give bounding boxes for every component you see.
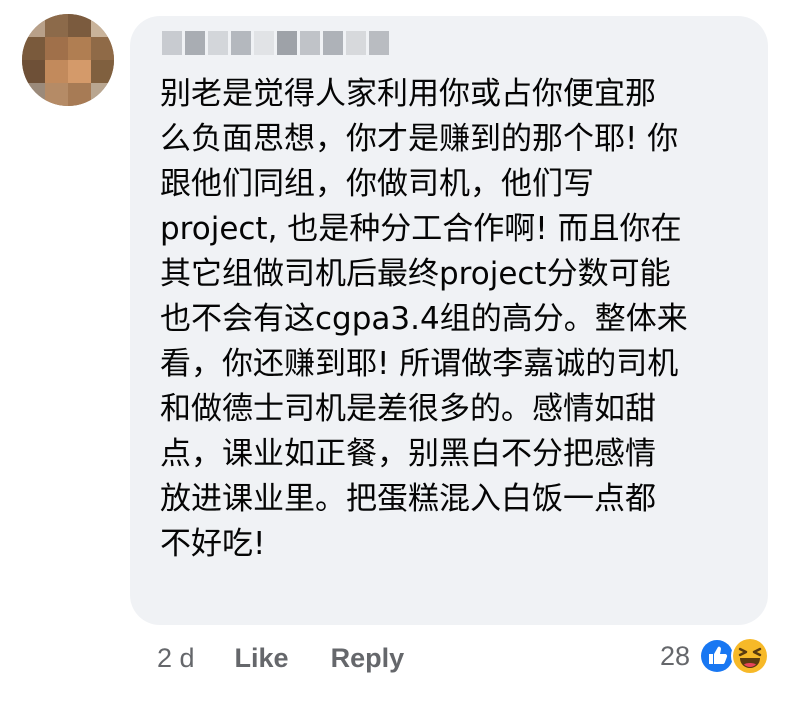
comment-line: 其它组做司机后最终project分数可能 — [160, 256, 671, 292]
comment-line: 放进课业里。把蛋糕混入白饭一点都 — [160, 481, 656, 517]
reaction-count: 28 — [659, 640, 690, 671]
avatar[interactable] — [22, 14, 114, 106]
comment-line: 也不会有这cgpa3.4组的高分。整体来 — [160, 301, 688, 337]
comment-line: 跟他们同组，你做司机，他们写 — [160, 166, 594, 202]
reaction-icons — [698, 636, 770, 676]
comment-screenshot: 别老是觉得人家利用你或占你便宜那 么负面思想，你才是赚到的那个耶! 你 跟他们同… — [0, 0, 800, 701]
comment-text: 别老是觉得人家利用你或占你便宜那 么负面思想，你才是赚到的那个耶! 你 跟他们同… — [160, 72, 750, 567]
reactions-summary[interactable]: 28 — [660, 636, 770, 676]
comment-line: project, 也是种分工合作啊! 而且你在 — [160, 211, 682, 247]
comment-line: 点，课业如正餐，别黑白不分把感情 — [160, 436, 656, 472]
comment-line: 看，你还赚到耶! 所谓做李嘉诚的司机 — [160, 346, 679, 382]
comment-line: 么负面思想，你才是赚到的那个耶! 你 — [160, 121, 679, 157]
haha-icon — [731, 637, 769, 675]
comment-line: 和做德士司机是差很多的。感情如甜 — [160, 391, 656, 427]
author-name-blurred[interactable] — [162, 31, 389, 55]
comment-timestamp[interactable]: 2 d — [157, 643, 195, 674]
comment-line: 不好吃! — [160, 526, 266, 562]
like-button[interactable]: Like — [235, 643, 289, 674]
comment-actions: 2 d Like Reply — [157, 640, 404, 676]
reply-button[interactable]: Reply — [331, 643, 405, 674]
comment-line: 别老是觉得人家利用你或占你便宜那 — [160, 76, 656, 112]
